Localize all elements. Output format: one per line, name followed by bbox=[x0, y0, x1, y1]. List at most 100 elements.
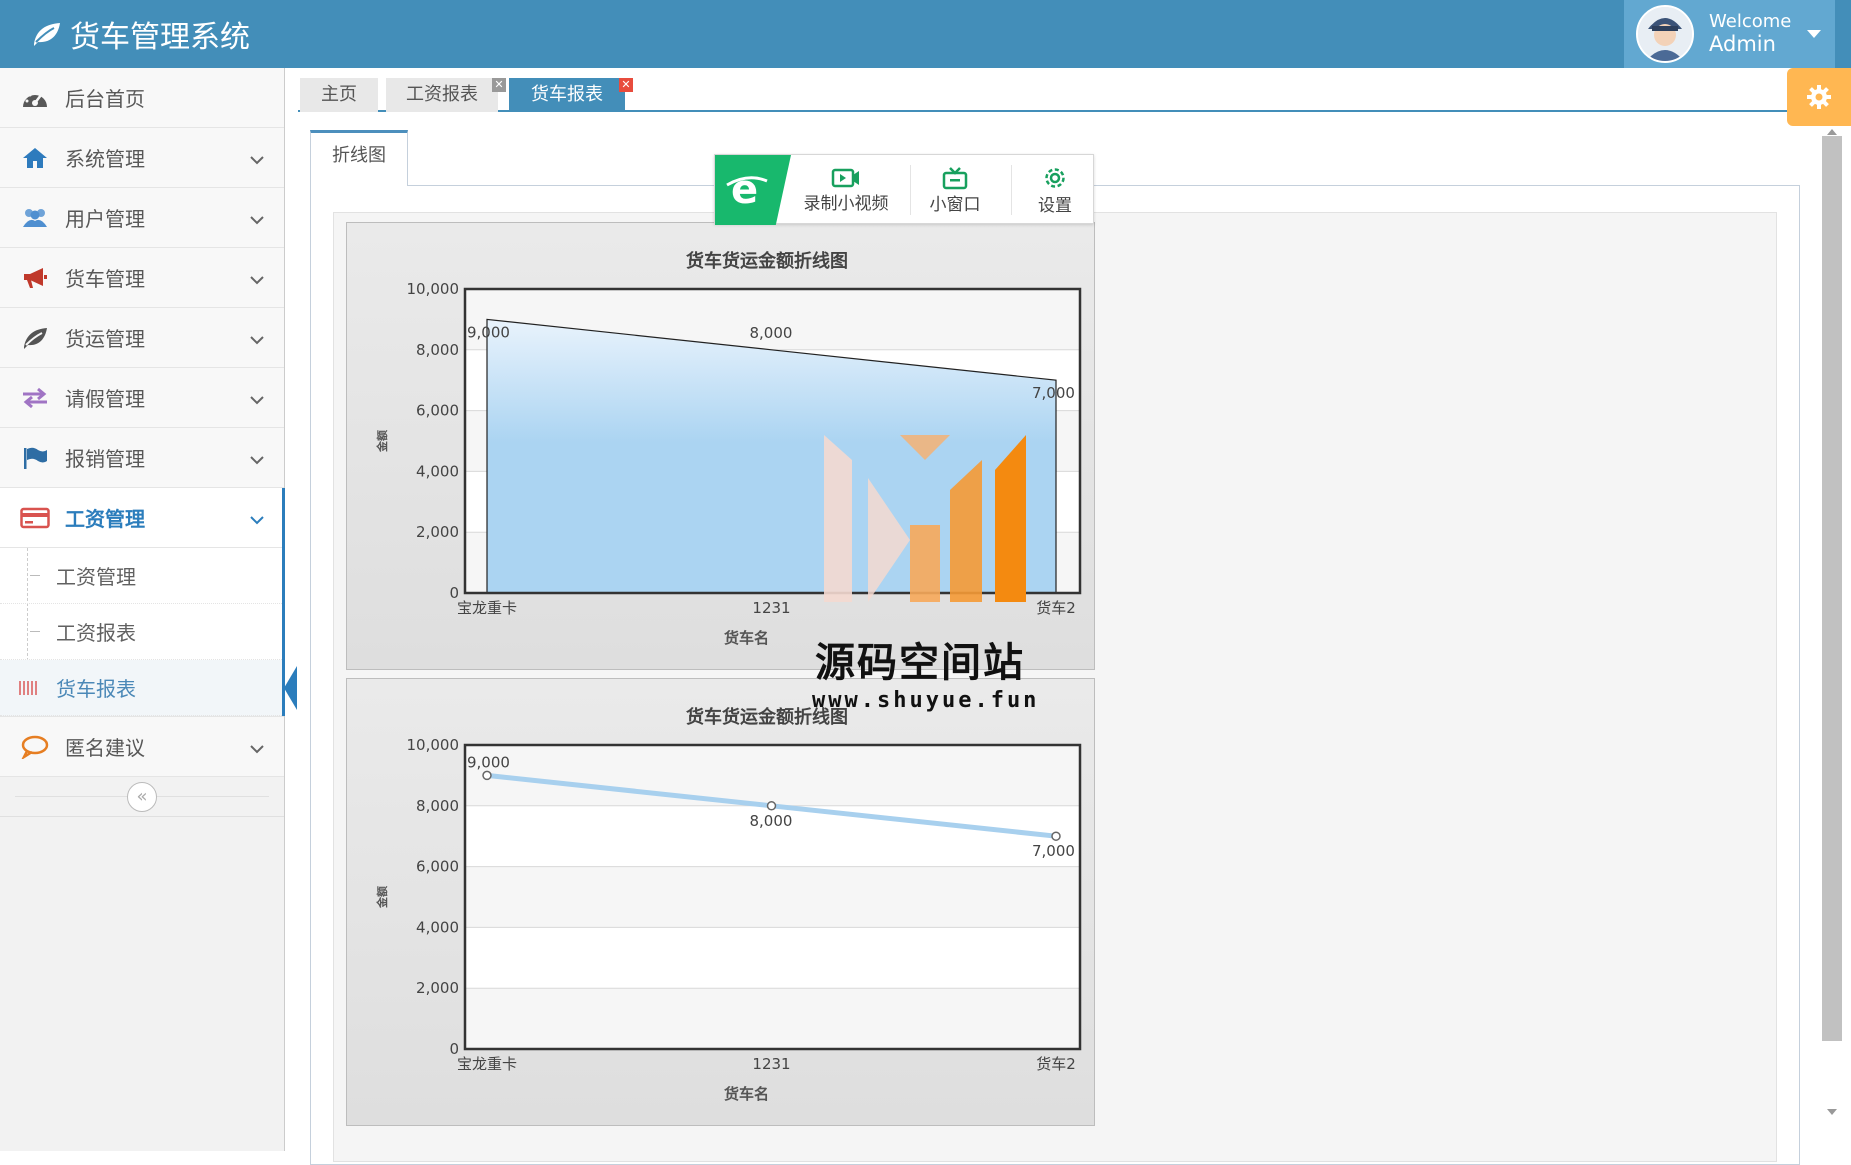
credit-card-icon bbox=[18, 507, 52, 529]
tab-bar: 主页 工资报表 ✕ 货车报表 ✕ bbox=[298, 76, 1788, 112]
tab-line-chart[interactable]: 折线图 bbox=[310, 130, 408, 186]
data-label: 8,000 bbox=[750, 812, 793, 830]
mini-window-button[interactable]: 小窗口 bbox=[915, 161, 995, 219]
svg-text:e: e bbox=[731, 167, 758, 213]
data-point bbox=[766, 801, 777, 811]
toolbar-settings-button[interactable]: 设置 bbox=[1015, 161, 1095, 219]
sidebar-item-system[interactable]: 系统管理 bbox=[0, 128, 284, 188]
grid-band bbox=[465, 988, 1080, 1049]
chevron-down-icon bbox=[250, 390, 264, 409]
tab-label: 货车报表 bbox=[531, 84, 603, 105]
video-record-icon bbox=[831, 168, 859, 187]
scrollbar[interactable] bbox=[1817, 126, 1845, 1126]
caret-down-icon[interactable] bbox=[1807, 30, 1821, 38]
toolbar-settings-label: 设置 bbox=[1038, 195, 1072, 216]
sidebar-item-label: 货运管理 bbox=[65, 327, 145, 351]
submenu-item-label: 工资报表 bbox=[56, 621, 136, 645]
chevron-down-icon bbox=[250, 150, 264, 169]
tab-label: 折线图 bbox=[332, 145, 386, 166]
avatar bbox=[1636, 5, 1694, 63]
y-tick-label: 2,000 bbox=[416, 979, 459, 997]
tab-home[interactable]: 主页 bbox=[300, 78, 378, 112]
grid-band bbox=[465, 745, 1080, 806]
collapse-button[interactable]: « bbox=[127, 781, 157, 812]
chevron-down-icon bbox=[250, 330, 264, 349]
y-tick-label: 10,000 bbox=[407, 280, 460, 298]
sidebar-item-suggestions[interactable]: 匿名建议 bbox=[0, 717, 284, 777]
leaf-icon bbox=[18, 326, 52, 350]
chart-card-line: 货车货运金额折线图 0 2,000 4,000 6,000 8,000 10,000 9,00… bbox=[346, 678, 1095, 1126]
scrollbar-thumb[interactable] bbox=[1822, 136, 1842, 1041]
bullhorn-icon bbox=[18, 266, 52, 290]
leaf-icon bbox=[34, 23, 60, 46]
submenu-salary: 工资管理 工资报表 货车报表 bbox=[0, 548, 297, 717]
x-tick-label: 宝龙重卡 bbox=[457, 599, 517, 617]
x-tick-label: 1231 bbox=[752, 1055, 790, 1073]
x-axis-label: 货车名 bbox=[724, 629, 769, 647]
y-tick-label: 8,000 bbox=[416, 797, 459, 815]
x-tick-label: 1231 bbox=[752, 599, 790, 617]
brand[interactable]: 货车管理系统 bbox=[30, 12, 250, 56]
flag-icon bbox=[18, 446, 52, 470]
submenu-item-label: 工资管理 bbox=[56, 565, 136, 589]
gear-icon bbox=[1045, 167, 1065, 188]
close-icon[interactable]: ✕ bbox=[619, 78, 633, 92]
record-video-label: 录制小视频 bbox=[803, 193, 889, 214]
data-label: 9,000 bbox=[467, 323, 510, 341]
welcome-label: Welcome bbox=[1709, 10, 1792, 32]
sidebar-item-label: 系统管理 bbox=[65, 147, 145, 171]
data-label: 7,000 bbox=[1032, 842, 1075, 860]
user-menu[interactable]: Welcome Admin bbox=[1624, 0, 1835, 68]
y-tick-label: 10,000 bbox=[407, 736, 460, 754]
app-title: 货车管理系统 bbox=[70, 20, 250, 55]
tab-panel: 货车货运金额折线图 0 2,000 4,000 6,000 8,000 10,000 9,00… bbox=[310, 185, 1800, 1165]
main-content: 折线图 货车货运金额折线图 0 2,000 4,000 6,000 8,000 10,000… bbox=[310, 126, 1800, 1165]
data-label: 7,000 bbox=[1032, 384, 1075, 402]
sidebar-item-freight[interactable]: 货运管理 bbox=[0, 308, 284, 368]
x-tick-label: 货车2 bbox=[1036, 1055, 1076, 1073]
user-name: Admin bbox=[1709, 32, 1776, 57]
sidebar-item-label: 后台首页 bbox=[65, 87, 145, 111]
sidebar-item-trucks[interactable]: 货车管理 bbox=[0, 248, 284, 308]
sidebar-item-label: 工资管理 bbox=[65, 507, 145, 531]
line-chart: 货车货运金额折线图02,0004,0006,0008,00010,0009,00… bbox=[375, 706, 1082, 1103]
y-axis-label: 金额 bbox=[375, 886, 389, 909]
submenu-item-salary-manage[interactable]: 工资管理 bbox=[0, 548, 284, 604]
y-axis-label: 金额 bbox=[375, 430, 389, 453]
users-icon bbox=[18, 207, 52, 229]
chevron-down-icon bbox=[250, 270, 264, 289]
gear-icon bbox=[1807, 85, 1831, 109]
data-label: 8,000 bbox=[750, 324, 793, 342]
record-video-button[interactable]: 录制小视频 bbox=[791, 161, 901, 219]
settings-gear-button[interactable] bbox=[1787, 68, 1851, 126]
sidebar-item-leave[interactable]: 请假管理 bbox=[0, 368, 284, 428]
sidebar-item-dashboard[interactable]: 后台首页 bbox=[0, 68, 284, 128]
tab-label: 主页 bbox=[321, 84, 357, 105]
y-tick-label: 6,000 bbox=[416, 402, 459, 420]
navbar: 货车管理系统 Welcome Admin bbox=[0, 0, 1851, 68]
x-axis-label: 货车名 bbox=[724, 1085, 769, 1103]
submenu-item-salary-report[interactable]: 工资报表 bbox=[0, 604, 284, 660]
submenu-item-label: 货车报表 bbox=[56, 677, 136, 701]
home-icon bbox=[18, 147, 52, 169]
y-tick-label: 2,000 bbox=[416, 523, 459, 541]
mini-window-label: 小窗口 bbox=[929, 194, 981, 215]
data-point bbox=[1051, 831, 1061, 841]
y-tick-label: 4,000 bbox=[416, 462, 459, 480]
sidebar-item-reimburse[interactable]: 报销管理 bbox=[0, 428, 284, 488]
y-tick-label: 8,000 bbox=[416, 341, 459, 359]
y-tick-label: 6,000 bbox=[416, 858, 459, 876]
sidebar-item-users[interactable]: 用户管理 bbox=[0, 188, 284, 248]
sidebar-item-salary[interactable]: 工资管理 bbox=[0, 488, 285, 548]
browser-media-toolbar: e 录制小视频 小窗口 设置 bbox=[714, 154, 1095, 225]
tab-salary-report[interactable]: 工资报表 ✕ bbox=[386, 78, 506, 112]
x-tick-label: 宝龙重卡 bbox=[457, 1055, 517, 1073]
comment-icon bbox=[18, 735, 52, 759]
sidebar-item-label: 报销管理 bbox=[65, 447, 145, 471]
tv-icon bbox=[942, 166, 968, 189]
watermark-text: 源码空间站 bbox=[815, 640, 1025, 686]
tab-truck-report[interactable]: 货车报表 ✕ bbox=[509, 78, 633, 112]
close-icon[interactable]: ✕ bbox=[492, 78, 506, 92]
submenu-item-truck-report[interactable]: 货车报表 bbox=[0, 660, 297, 716]
data-point bbox=[482, 770, 492, 781]
